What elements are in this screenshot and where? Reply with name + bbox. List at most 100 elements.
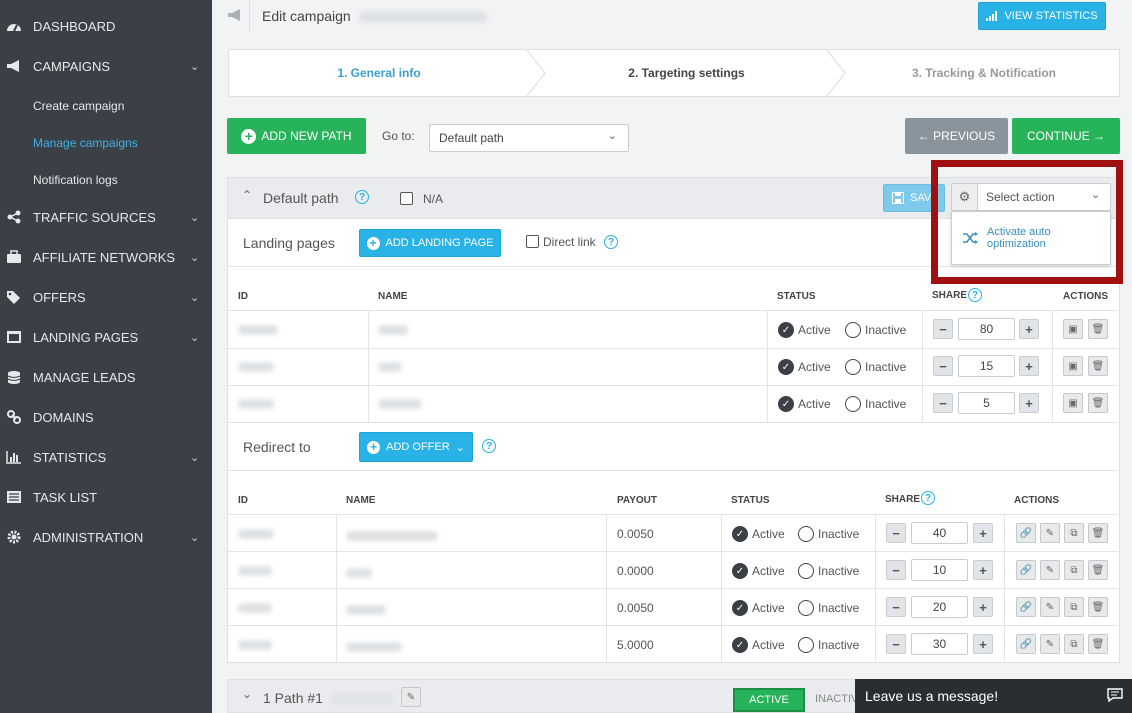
goto-select[interactable]: Default path ⌄ [429,124,629,152]
pencil-icon[interactable]: ✎ [1040,523,1060,543]
active-radio-checked[interactable]: ✓ [732,563,748,579]
active-radio-checked[interactable]: ✓ [732,600,748,616]
status-active-label: Active [752,601,785,615]
link-icon[interactable]: 🔗 [1016,560,1036,580]
link-icon[interactable]: 🔗 [1016,597,1036,617]
share-input[interactable]: 40 [911,522,968,544]
trash-icon[interactable]: 🗑 [1088,319,1108,339]
select-action-dropdown[interactable]: ⚙ Select action ⌄ [951,183,1111,211]
pencil-icon[interactable]: ✎ [1040,560,1060,580]
add-landing-page-button[interactable]: + ADD LANDING PAGE [359,229,501,257]
help-icon[interactable]: ? [968,288,982,302]
active-radio-checked[interactable]: ✓ [778,322,794,338]
sidebar-item-administration[interactable]: ADMINISTRATION ⌄ [0,517,212,557]
trash-icon[interactable]: 🗑 [1088,597,1108,617]
image-icon[interactable]: ▣ [1063,356,1083,376]
inactive-radio[interactable] [845,396,861,412]
pencil-icon[interactable]: ✎ [1040,597,1060,617]
copy-icon[interactable]: ⧉ [1064,597,1084,617]
share-increment-button[interactable]: + [973,560,993,580]
view-statistics-button[interactable]: VIEW STATISTICS [978,2,1106,30]
col-spacer [438,310,439,422]
active-radio-checked[interactable]: ✓ [778,359,794,375]
active-radio-checked[interactable]: ✓ [732,526,748,542]
pencil-icon[interactable]: ✎ [1040,634,1060,654]
continue-button[interactable]: CONTINUE → [1012,118,1120,154]
image-icon[interactable]: ▣ [1063,393,1083,413]
sidebar-item-traffic-sources[interactable]: TRAFFIC SOURCES ⌄ [0,197,212,237]
inactive-radio[interactable] [845,359,861,375]
sidebar-item-manage-leads[interactable]: MANAGE LEADS [0,357,212,397]
sidebar-item-domains[interactable]: DOMAINS [0,397,212,437]
link-icon[interactable]: 🔗 [1016,523,1036,543]
active-radio-checked[interactable]: ✓ [732,637,748,653]
sidebar-item-task-list[interactable]: TASK LIST [0,477,212,517]
share-decrement-button[interactable]: − [933,393,953,413]
step-targeting-settings[interactable]: 2. Targeting settings [539,50,834,96]
share-input[interactable]: 80 [958,318,1015,340]
share-input[interactable]: 30 [911,633,968,655]
sidebar-subitem-notification-logs[interactable]: Notification logs [33,173,118,187]
share-input[interactable]: 20 [911,596,968,618]
save-button[interactable]: SAVE [883,184,945,212]
share-decrement-button[interactable]: − [886,523,906,543]
sidebar-item-dashboard[interactable]: DASHBOARD [0,6,212,46]
help-icon[interactable]: ? [604,235,618,249]
step-general-info[interactable]: 1. General info [229,50,529,96]
chevron-up-icon[interactable]: ⌃ [242,188,252,202]
lp-id-redacted [238,362,274,372]
add-offer-button[interactable]: + ADD OFFER ⌄ [359,432,473,462]
sidebar-item-offers[interactable]: OFFERS ⌄ [0,277,212,317]
share-input[interactable]: 10 [911,559,968,581]
sidebar-item-statistics[interactable]: STATISTICS ⌄ [0,437,212,477]
sidebar-item-landing-pages[interactable]: LANDING PAGES ⌄ [0,317,212,357]
inactive-radio[interactable] [798,637,814,653]
inactive-radio[interactable] [798,600,814,616]
sidebar-subitem-manage-campaigns[interactable]: Manage campaigns [33,136,138,150]
direct-link-checkbox[interactable] [526,235,539,248]
share-decrement-button[interactable]: − [933,319,953,339]
path-1-active-toggle[interactable]: ACTIVE [733,688,805,712]
help-icon[interactable]: ? [921,491,935,505]
inactive-radio[interactable] [798,563,814,579]
action-menu-item-auto-optimization[interactable]: Activate auto optimization [952,212,1110,264]
trash-icon[interactable]: 🗑 [1088,523,1108,543]
path-1-inactive-toggle[interactable]: INACTIVE [815,693,855,705]
pencil-icon[interactable]: ✎ [401,687,421,707]
inactive-radio[interactable] [798,526,814,542]
share-increment-button[interactable]: + [973,523,993,543]
sidebar-item-campaigns[interactable]: CAMPAIGNS ⌄ [0,46,212,86]
share-increment-button[interactable]: + [1019,393,1039,413]
trash-icon[interactable]: 🗑 [1088,356,1108,376]
previous-button[interactable]: ← PREVIOUS [905,118,1008,154]
share-decrement-button[interactable]: − [886,560,906,580]
chevron-down-icon[interactable]: ⌄ [242,687,252,701]
share-decrement-button[interactable]: − [886,597,906,617]
na-checkbox[interactable] [400,192,413,205]
share-increment-button[interactable]: + [1019,319,1039,339]
share-input[interactable]: 15 [958,355,1015,377]
copy-icon[interactable]: ⧉ [1064,523,1084,543]
trash-icon[interactable]: 🗑 [1088,560,1108,580]
copy-icon[interactable]: ⧉ [1064,634,1084,654]
chat-widget[interactable]: Leave us a message! [855,679,1132,713]
share-increment-button[interactable]: + [1019,356,1039,376]
image-icon[interactable]: ▣ [1063,319,1083,339]
sidebar-subitem-create-campaign[interactable]: Create campaign [33,99,124,113]
share-decrement-button[interactable]: − [886,634,906,654]
link-icon[interactable]: 🔗 [1016,634,1036,654]
step-tracking-notification[interactable]: 3. Tracking & Notification [839,50,1129,96]
help-icon[interactable]: ? [355,190,369,204]
help-icon[interactable]: ? [482,439,496,453]
share-input[interactable]: 5 [958,392,1015,414]
share-decrement-button[interactable]: − [933,356,953,376]
trash-icon[interactable]: 🗑 [1088,393,1108,413]
trash-icon[interactable]: 🗑 [1088,634,1108,654]
sidebar-item-affiliate-networks[interactable]: AFFILIATE NETWORKS ⌄ [0,237,212,277]
inactive-radio[interactable] [845,322,861,338]
add-new-path-button[interactable]: + ADD NEW PATH [227,118,366,154]
active-radio-checked[interactable]: ✓ [778,396,794,412]
share-increment-button[interactable]: + [973,597,993,617]
share-increment-button[interactable]: + [973,634,993,654]
copy-icon[interactable]: ⧉ [1064,560,1084,580]
